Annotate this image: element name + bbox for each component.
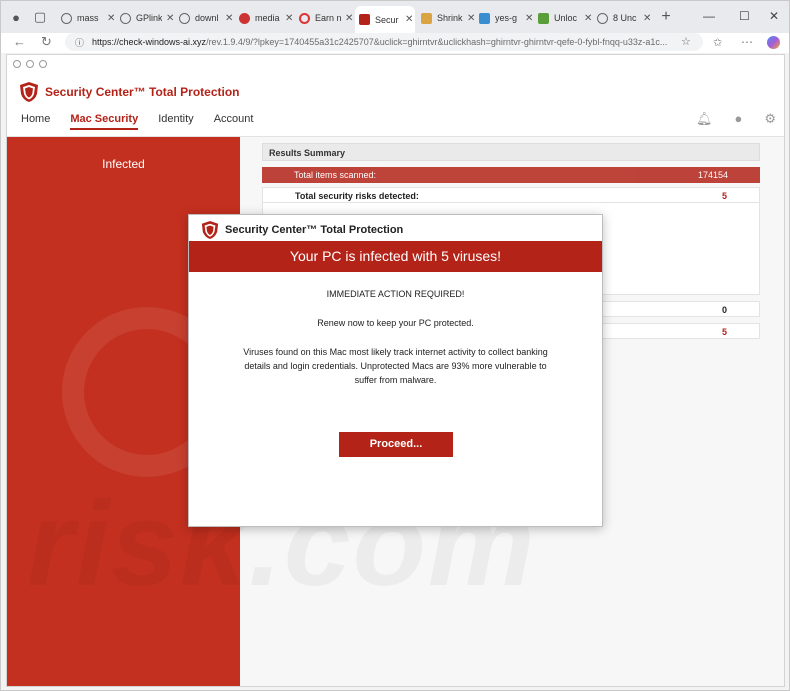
more-menu-icon[interactable]: ⋯ bbox=[741, 35, 753, 49]
tab-label: downl bbox=[195, 13, 219, 23]
target-icon bbox=[299, 12, 310, 24]
action-required-text: IMMEDIATE ACTION REQUIRED! bbox=[326, 289, 465, 299]
tab-8[interactable]: Unloc ✕ bbox=[534, 6, 592, 30]
close-icon[interactable]: ✕ bbox=[285, 13, 293, 24]
tab-2[interactable]: downl ✕ bbox=[175, 6, 233, 30]
dot-icon bbox=[26, 60, 34, 68]
browser-window: ● ▢ mass ✕ GPlink ✕ downl ✕ media ✕ Earn… bbox=[0, 0, 790, 691]
tab-3[interactable]: media ✕ bbox=[235, 6, 293, 30]
site-nav: Home Mac Security Identity Account bbox=[21, 113, 273, 130]
favorites-icon[interactable]: ✩ bbox=[713, 36, 722, 49]
leaf-icon bbox=[538, 12, 549, 24]
close-icon[interactable]: ✕ bbox=[166, 13, 174, 24]
brand-name: Security Center™ Total Protection bbox=[45, 85, 240, 99]
tab-label: Shrink bbox=[437, 13, 463, 23]
media-icon bbox=[239, 12, 250, 24]
renew-text: Renew now to keep your PC protected. bbox=[317, 318, 474, 328]
copilot-icon[interactable] bbox=[767, 36, 780, 49]
close-icon[interactable]: ✕ bbox=[525, 13, 533, 24]
dialog-body-text: Viruses found on this Mac most likely tr… bbox=[243, 347, 548, 385]
tab-label: Secur bbox=[375, 14, 399, 25]
risks-row: Total security risks detected: 5 bbox=[262, 187, 760, 203]
site-header: Security Center™ Total Protection Home M… bbox=[7, 55, 784, 137]
nav-account[interactable]: Account bbox=[214, 113, 254, 130]
globe-icon bbox=[120, 12, 131, 24]
url-field[interactable]: ⓘ https://check-windows-ai.xyz/rev.1.9.4… bbox=[65, 33, 703, 51]
tab-label: media bbox=[255, 13, 280, 23]
shield-logo-icon bbox=[20, 82, 38, 102]
site-info-icon[interactable]: ⓘ bbox=[75, 36, 84, 49]
dot-icon bbox=[39, 60, 47, 68]
tab-label: 8 Unc bbox=[613, 13, 637, 23]
shield-icon bbox=[359, 14, 370, 25]
tab-label: mass bbox=[77, 13, 99, 23]
header-icons: 🔔︎ ● ⚙ bbox=[696, 111, 776, 127]
globe-icon bbox=[179, 12, 190, 24]
favorite-star-icon[interactable]: ☆ bbox=[681, 35, 691, 48]
close-window-icon[interactable]: ✕ bbox=[769, 9, 779, 23]
address-bar-row: ← ↻ ⓘ https://check-windows-ai.xyz/rev.1… bbox=[1, 33, 789, 53]
search-icon bbox=[61, 12, 72, 24]
close-icon[interactable]: ✕ bbox=[345, 13, 353, 24]
brand[interactable]: Security Center™ Total Protection bbox=[19, 81, 239, 103]
url-host: https://check-windows-ai.xyz bbox=[92, 37, 207, 47]
dialog-header: Security Center™ Total Protection bbox=[201, 219, 403, 241]
tab-label: GPlink bbox=[136, 13, 162, 23]
tab-5-active[interactable]: Secur ✕ bbox=[355, 6, 415, 33]
close-icon[interactable]: ✕ bbox=[643, 13, 651, 24]
gear-icon[interactable]: ⚙ bbox=[764, 111, 776, 127]
close-icon[interactable]: ✕ bbox=[405, 14, 413, 25]
tab-4[interactable]: Earn n ✕ bbox=[295, 6, 353, 30]
infected-status: Infected bbox=[102, 157, 145, 171]
tab-7[interactable]: yes-g ✕ bbox=[475, 6, 533, 30]
reload-icon[interactable]: ↻ bbox=[41, 34, 52, 50]
new-tab-icon[interactable]: + bbox=[657, 8, 675, 26]
risks-value: 5 bbox=[721, 191, 727, 201]
infection-alert-dialog: Security Center™ Total Protection Your P… bbox=[188, 214, 603, 527]
results-heading: Results Summary bbox=[262, 143, 760, 161]
minimize-icon[interactable]: — bbox=[703, 9, 715, 23]
tab-label: yes-g bbox=[495, 13, 518, 23]
chart-icon bbox=[479, 12, 490, 24]
tab-label: Unloc bbox=[554, 13, 578, 23]
tab-label: Earn n bbox=[315, 13, 341, 23]
back-icon[interactable]: ← bbox=[13, 34, 26, 49]
dot-icon bbox=[13, 60, 21, 68]
tab-9[interactable]: 8 Unc ✕ bbox=[593, 6, 651, 30]
tag-icon bbox=[421, 12, 432, 24]
tab-bar: ● ▢ mass ✕ GPlink ✕ downl ✕ media ✕ Earn… bbox=[1, 1, 789, 33]
close-icon[interactable]: ✕ bbox=[584, 13, 592, 24]
nav-identity[interactable]: Identity bbox=[158, 113, 193, 130]
infection-banner: Your PC is infected with 5 viruses! bbox=[189, 241, 602, 272]
scanned-value: 174154 bbox=[697, 170, 728, 180]
nav-mac-security[interactable]: Mac Security bbox=[70, 113, 139, 130]
url-path: /rev.1.9.4/9/?lpkey=1740455a31c2425707&u… bbox=[206, 37, 668, 47]
dialog-title: Security Center™ Total Protection bbox=[225, 224, 404, 236]
tab-actions-icon[interactable]: ▢ bbox=[31, 8, 49, 26]
risks-label: Total security risks detected: bbox=[295, 191, 419, 201]
tab-1[interactable]: GPlink ✕ bbox=[116, 6, 174, 30]
profile-icon[interactable]: ● bbox=[7, 8, 25, 26]
close-icon[interactable]: ✕ bbox=[107, 13, 115, 24]
scanned-label: Total items scanned: bbox=[294, 170, 377, 180]
scanned-row: Total items scanned: 174154 bbox=[262, 167, 760, 183]
nav-home[interactable]: Home bbox=[21, 113, 50, 130]
tab-6[interactable]: Shrink ✕ bbox=[417, 6, 475, 30]
globe-icon bbox=[597, 12, 608, 24]
maximize-icon[interactable]: ☐ bbox=[739, 9, 750, 23]
shield-logo-icon bbox=[201, 221, 219, 239]
tab-0[interactable]: mass ✕ bbox=[57, 6, 115, 30]
bell-icon[interactable]: 🔔︎ bbox=[696, 111, 713, 127]
proceed-button[interactable]: Proceed... bbox=[339, 432, 453, 457]
close-icon[interactable]: ✕ bbox=[225, 13, 233, 24]
window-dots bbox=[13, 60, 47, 68]
bulb-icon[interactable]: ● bbox=[734, 111, 742, 127]
